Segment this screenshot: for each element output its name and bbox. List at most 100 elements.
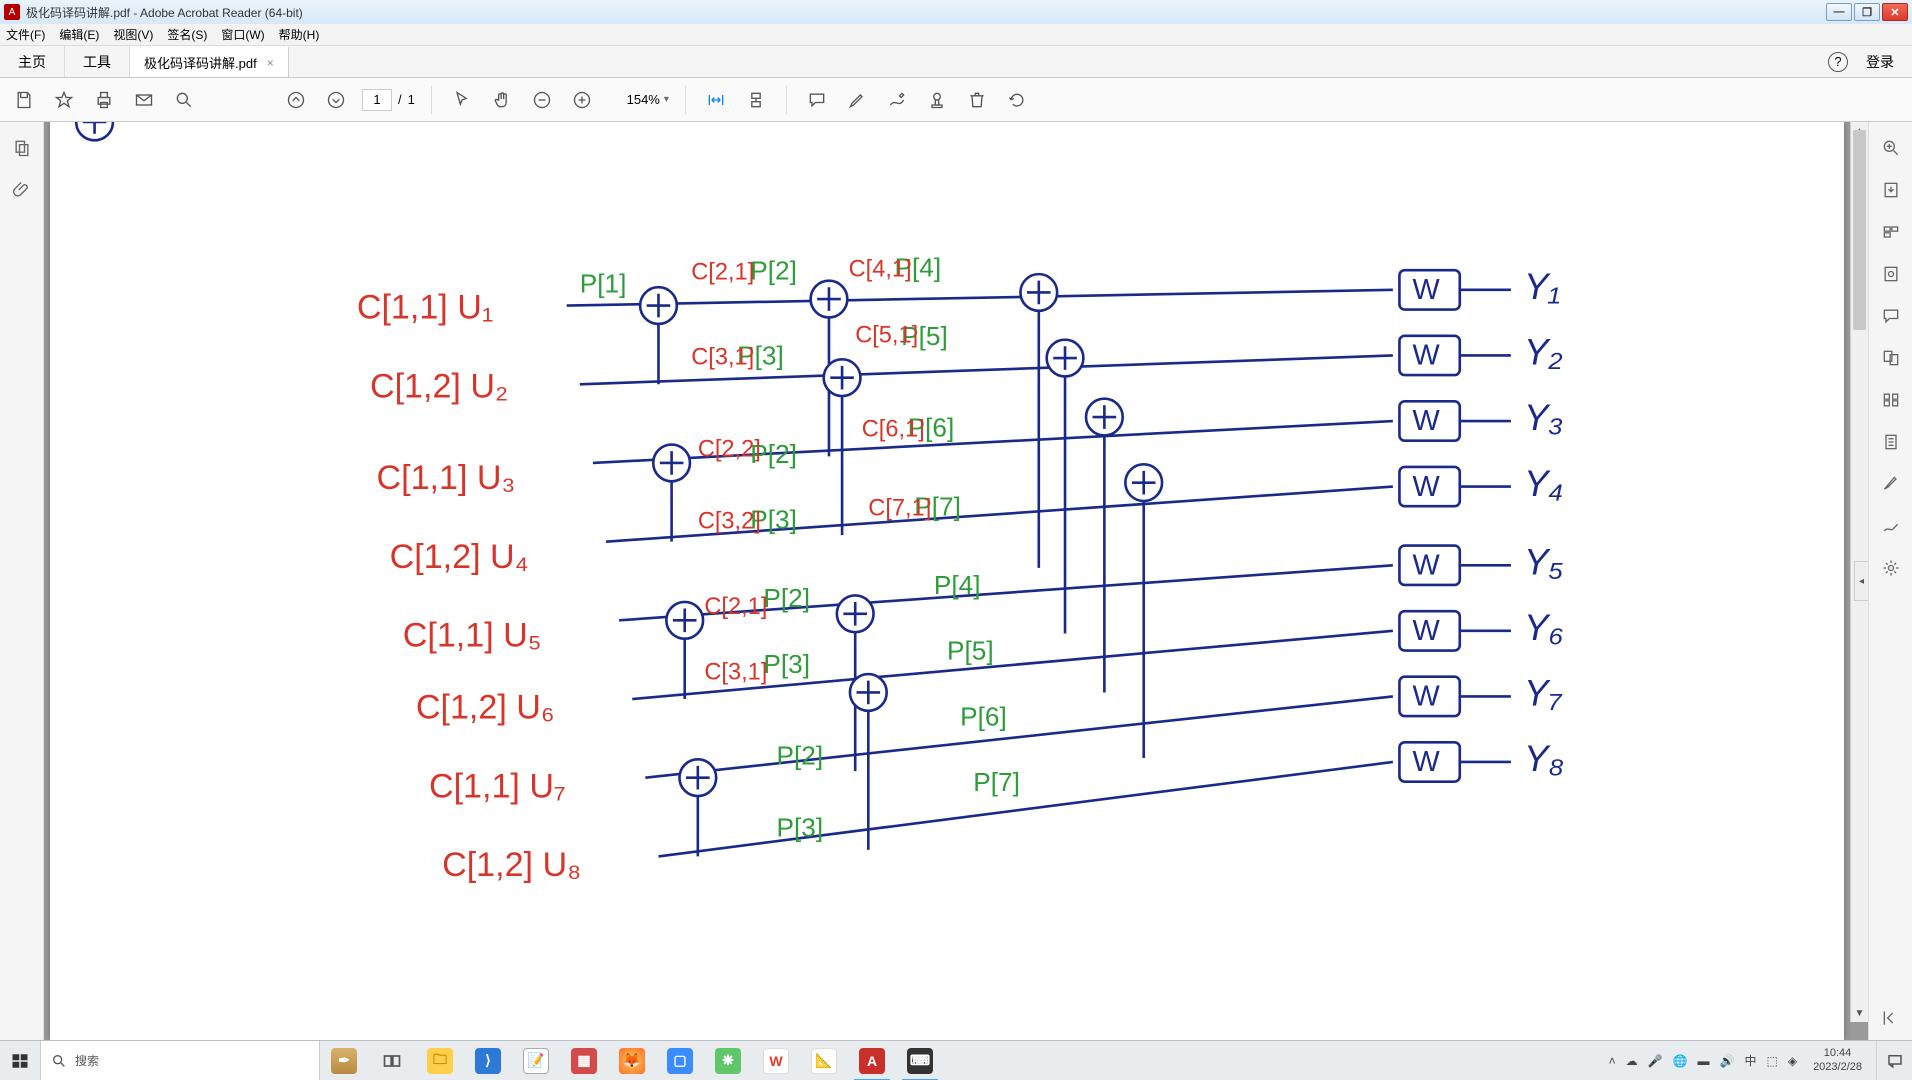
zoom-panel-icon[interactable] [1879, 136, 1903, 160]
svg-text:W: W [1413, 746, 1441, 778]
action-center-button[interactable] [1876, 1041, 1912, 1080]
svg-text:Y₈: Y₈ [1524, 738, 1564, 779]
svg-text:P[5]: P[5] [947, 636, 994, 666]
taskbar-app-vscode[interactable]: ⟩ [464, 1041, 512, 1080]
svg-text:C[1,2] U₆: C[1,2] U₆ [416, 689, 555, 727]
scroll-down-icon[interactable]: ▼ [1851, 1004, 1868, 1022]
right-collapse-handle[interactable]: ◂ [1854, 561, 1868, 601]
zoom-in-icon[interactable] [568, 86, 596, 114]
svg-text:W: W [1413, 681, 1441, 713]
page-indicator: / 1 [362, 89, 415, 111]
taskbar-app-notepad[interactable]: 📝 [512, 1041, 560, 1080]
taskbar-app-terminal[interactable]: ⌨ [896, 1041, 944, 1080]
taskbar-app-zoom[interactable]: ▢ [656, 1041, 704, 1080]
pdf-page: W W W W W W W W Y₁ Y₂ [50, 122, 1844, 1040]
stamp-icon[interactable] [923, 86, 951, 114]
export-pdf-icon[interactable] [1879, 178, 1903, 202]
tray-overflow-icon[interactable]: ˄ [1609, 1054, 1616, 1068]
tray-app-icon[interactable]: ⬚ [1766, 1054, 1777, 1068]
svg-text:P[3]: P[3] [777, 813, 824, 843]
sign-panel-icon[interactable] [1879, 514, 1903, 538]
page-up-icon[interactable] [282, 86, 310, 114]
create-pdf-icon[interactable] [1879, 262, 1903, 286]
zoom-level[interactable]: 154% ▾ [608, 92, 669, 107]
combine-icon[interactable] [1879, 346, 1903, 370]
main-area: ◂ [0, 122, 1912, 1040]
tray-battery-icon[interactable]: ▬ [1698, 1054, 1710, 1068]
tab-tools[interactable]: 工具 [65, 46, 130, 77]
svg-text:C[1,1] U₇: C[1,1] U₇ [429, 767, 566, 805]
star-icon[interactable] [50, 86, 78, 114]
svg-text:C[7,1]: C[7,1] [868, 495, 931, 521]
help-button[interactable]: ? [1828, 52, 1848, 72]
more-tools-icon[interactable] [1879, 556, 1903, 580]
document-viewport[interactable]: W W W W W W W W Y₁ Y₂ [44, 122, 1868, 1040]
organize-icon[interactable] [1879, 388, 1903, 412]
tray-volume-icon[interactable]: 🔊 [1720, 1054, 1735, 1068]
tray-ime-icon[interactable]: 中 [1744, 1052, 1756, 1069]
login-button[interactable]: 登录 [1866, 52, 1894, 72]
window-minimize-button[interactable]: — [1826, 3, 1852, 21]
search-icon[interactable] [170, 86, 198, 114]
menu-file[interactable]: 文件(F) [6, 26, 45, 43]
fit-width-icon[interactable] [702, 86, 730, 114]
svg-text:C[3,1]: C[3,1] [691, 345, 754, 371]
taskbar-clock[interactable]: 10:44 2023/2/28 [1807, 1047, 1868, 1073]
expand-panel-icon[interactable] [1879, 1006, 1903, 1030]
taskbar-app-taskview[interactable] [368, 1041, 416, 1080]
taskbar-app-explorer[interactable]: 🗀 [416, 1041, 464, 1080]
save-icon[interactable] [10, 86, 38, 114]
menu-sign[interactable]: 签名(S) [167, 26, 207, 43]
taskbar-search[interactable]: 搜索 [40, 1041, 320, 1080]
thumbnails-icon[interactable] [10, 136, 34, 160]
tray-network-icon[interactable]: 🌐 [1673, 1054, 1688, 1068]
comment-panel-icon[interactable] [1879, 304, 1903, 328]
delete-icon[interactable] [963, 86, 991, 114]
select-tool-icon[interactable] [448, 86, 476, 114]
taskbar-app-wps[interactable]: W [752, 1041, 800, 1080]
tray-onedrive-icon[interactable]: ☁ [1626, 1054, 1638, 1068]
tab-document[interactable]: 极化码译码讲解.pdf × [130, 46, 289, 77]
window-titlebar: A 极化码译码讲解.pdf - Adobe Acrobat Reader (64… [0, 0, 1912, 24]
highlight-icon[interactable] [843, 86, 871, 114]
taskbar-app-wechat[interactable]: ❋ [704, 1041, 752, 1080]
menu-edit[interactable]: 编辑(E) [59, 26, 99, 43]
compress-icon[interactable] [1879, 430, 1903, 454]
print-icon[interactable] [90, 86, 118, 114]
page-sep: / [398, 92, 402, 107]
taskbar-app-red[interactable]: ▦ [560, 1041, 608, 1080]
menu-window[interactable]: 窗口(W) [221, 26, 264, 43]
redact-pen-icon[interactable] [1879, 472, 1903, 496]
start-button[interactable] [0, 1041, 40, 1080]
tab-document-close[interactable]: × [267, 56, 274, 70]
scroll-mode-icon[interactable] [742, 86, 770, 114]
draw-icon[interactable] [883, 86, 911, 114]
taskbar-app-acrobat[interactable]: A [848, 1041, 896, 1080]
page-current-input[interactable] [362, 89, 392, 111]
tray-security-icon[interactable]: ◈ [1788, 1054, 1797, 1068]
tray-mic-icon[interactable]: 🎤 [1648, 1054, 1663, 1068]
taskbar-app-firefox[interactable]: 🦊 [608, 1041, 656, 1080]
svg-text:C[1,2] U₈: C[1,2] U₈ [442, 846, 581, 884]
left-panel [0, 122, 44, 1040]
system-tray: ˄ ☁ 🎤 🌐 ▬ 🔊 中 ⬚ ◈ 10:44 2023/2/28 [1601, 1047, 1876, 1073]
window-maximize-button[interactable]: ❐ [1854, 3, 1880, 21]
edit-pdf-icon[interactable] [1879, 220, 1903, 244]
hand-tool-icon[interactable] [488, 86, 516, 114]
tab-home[interactable]: 主页 [0, 46, 65, 77]
zoom-out-icon[interactable] [528, 86, 556, 114]
svg-text:C[2,1]: C[2,1] [704, 594, 767, 620]
scroll-thumb[interactable] [1853, 130, 1866, 330]
menu-view[interactable]: 视图(V) [113, 26, 153, 43]
taskbar-app-matlab[interactable]: 📐 [800, 1041, 848, 1080]
rotate-icon[interactable] [1003, 86, 1031, 114]
window-close-button[interactable]: ✕ [1882, 3, 1908, 21]
zoom-dropdown-icon[interactable]: ▾ [664, 94, 669, 105]
svg-text:P[7]: P[7] [973, 767, 1020, 797]
menu-help[interactable]: 帮助(H) [279, 26, 320, 43]
comment-icon[interactable] [803, 86, 831, 114]
mail-icon[interactable] [130, 86, 158, 114]
page-down-icon[interactable] [322, 86, 350, 114]
taskbar-app-pen[interactable]: ✒ [320, 1041, 368, 1080]
attachments-icon[interactable] [10, 178, 34, 202]
